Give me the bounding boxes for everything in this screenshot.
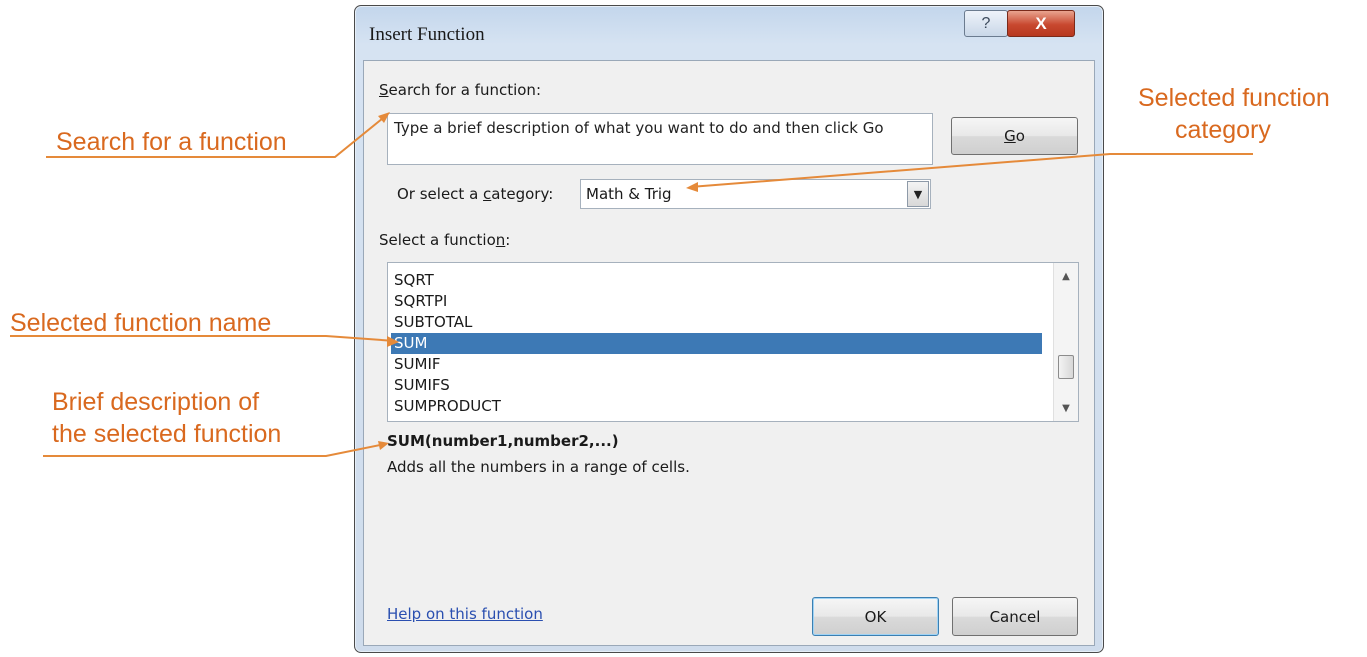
- scroll-up-icon[interactable]: ▲: [1054, 265, 1078, 287]
- search-label-text: earch for a function:: [388, 81, 541, 99]
- category-select[interactable]: Math & Trig ▼: [580, 179, 931, 209]
- go-button[interactable]: Go: [951, 117, 1078, 155]
- ok-button[interactable]: OK: [812, 597, 939, 636]
- cancel-button[interactable]: Cancel: [952, 597, 1078, 636]
- annotation-function-name: Selected function name: [10, 309, 272, 337]
- list-item[interactable]: SQRTPI: [391, 291, 1042, 312]
- list-item[interactable]: SUMIF: [391, 354, 1042, 375]
- help-icon[interactable]: ?: [964, 10, 1008, 37]
- title-bar[interactable]: Insert Function ? X: [355, 6, 1103, 60]
- function-signature: SUM(number1,number2,...): [387, 432, 619, 450]
- category-label-a: Or select a: [397, 185, 484, 203]
- function-description: Adds all the numbers in a range of cells…: [387, 458, 690, 476]
- annotation-description-line2: the selected function: [52, 420, 282, 448]
- go-access-key: G: [1004, 127, 1016, 145]
- list-item[interactable]: SQRT: [391, 270, 1042, 291]
- annotation-category-line1: Selected function: [1138, 84, 1330, 112]
- close-icon[interactable]: X: [1007, 10, 1075, 37]
- dialog-title: Insert Function: [369, 24, 485, 45]
- scroll-down-icon[interactable]: ▼: [1054, 397, 1078, 419]
- function-list-label-access-key: n: [495, 231, 506, 249]
- annotation-category: Selected function category: [1138, 82, 1363, 146]
- search-label: Search for a function:: [379, 81, 541, 99]
- list-item[interactable]: SUMIFS: [391, 375, 1042, 396]
- annotation-search: Search for a function: [56, 128, 287, 156]
- function-list-label-a: Select a functio: [379, 231, 496, 249]
- category-select-value: Math & Trig: [586, 185, 672, 203]
- annotation-description: Brief description of the selected functi…: [52, 386, 281, 450]
- search-label-access-key: S: [379, 81, 389, 99]
- list-item[interactable]: SUBTOTAL: [391, 312, 1042, 333]
- annotation-description-line1: Brief description of: [52, 388, 260, 416]
- category-label: Or select a category:: [397, 185, 553, 203]
- function-list-label-b: :: [505, 231, 511, 249]
- list-item-selected[interactable]: SUM: [391, 333, 1042, 354]
- annotation-category-line2: category: [1175, 116, 1271, 144]
- list-item[interactable]: SUMPRODUCT: [391, 396, 1042, 417]
- help-on-function-link[interactable]: Help on this function: [387, 605, 543, 623]
- function-list[interactable]: SQRT SQRTPI SUBTOTAL SUM SUMIF SUMIFS SU…: [387, 262, 1079, 422]
- chevron-down-icon[interactable]: ▼: [907, 181, 929, 207]
- scrollbar-thumb[interactable]: [1058, 355, 1074, 379]
- go-label: o: [1015, 127, 1025, 145]
- function-list-label: Select a function:: [379, 231, 510, 249]
- function-list-scrollbar[interactable]: ▲ ▼: [1053, 263, 1078, 421]
- category-label-b: ategory:: [491, 185, 554, 203]
- insert-function-dialog: Insert Function ? X Search for a functio…: [354, 5, 1104, 653]
- search-input[interactable]: Type a brief description of what you wan…: [387, 113, 933, 165]
- dialog-body: Search for a function: Type a brief desc…: [363, 60, 1095, 646]
